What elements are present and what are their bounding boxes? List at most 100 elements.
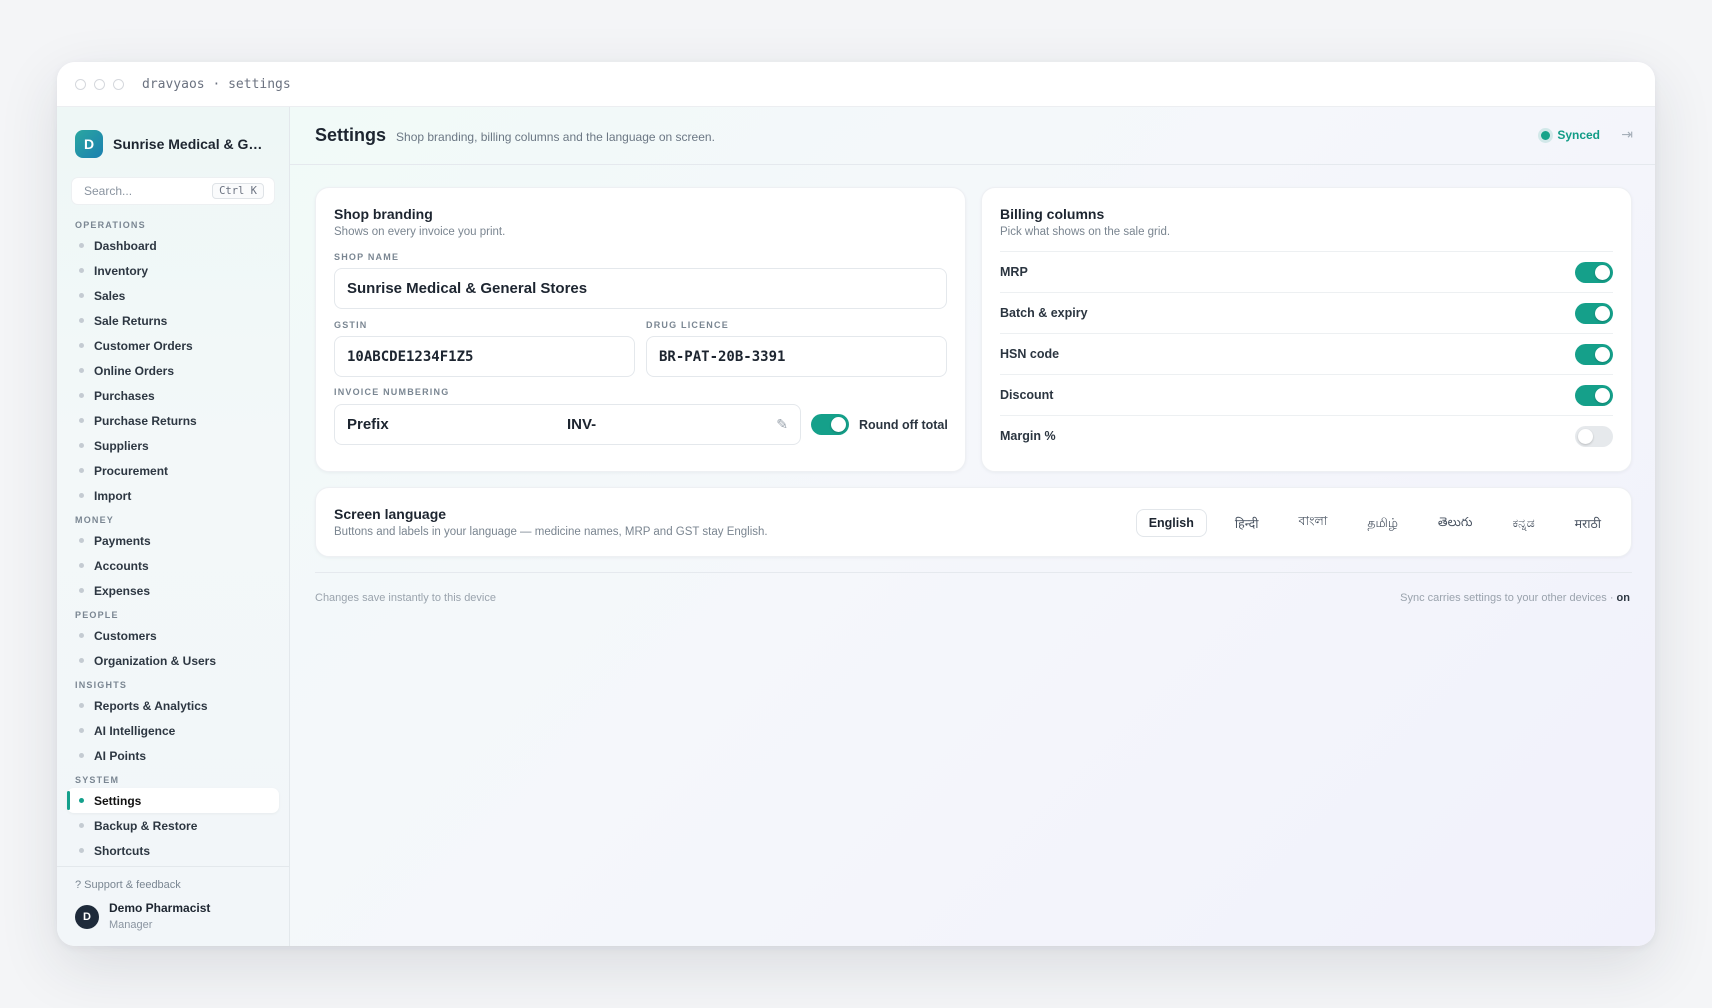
- avatar: D: [75, 905, 99, 929]
- sidebar-item-label: Shortcuts: [94, 843, 151, 858]
- bullet-icon: [79, 588, 84, 593]
- billing-column-label: MRP: [1000, 265, 1028, 279]
- billing-column-label: Discount: [1000, 388, 1054, 402]
- sidebar-item-shortcuts[interactable]: Shortcuts: [57, 838, 289, 863]
- support-feedback-link[interactable]: ? Support & feedback: [75, 879, 271, 891]
- billing-column-row[interactable]: Batch & expiry: [1000, 292, 1613, 333]
- sidebar-item-label: Sale Returns: [94, 313, 168, 328]
- sidebar-item-sales[interactable]: Sales: [57, 283, 289, 308]
- sidebar-item-expenses[interactable]: Expenses: [57, 578, 289, 603]
- sidebar-item-suppliers[interactable]: Suppliers: [57, 433, 289, 458]
- billing-columns-title: Billing columns: [1000, 206, 1105, 222]
- sync-status-label: Synced: [1557, 128, 1600, 142]
- user-profile[interactable]: D Demo Pharmacist Manager: [75, 901, 271, 931]
- language-option[interactable]: हिन्दी: [1223, 509, 1271, 538]
- sidebar-item-settings[interactable]: Settings: [67, 788, 279, 813]
- edit-pencil-icon[interactable]: ✎: [776, 416, 788, 433]
- sidebar-item-customer-orders[interactable]: Customer Orders: [57, 333, 289, 358]
- billing-column-label: Margin %: [1000, 429, 1056, 443]
- sidebar-item-customers[interactable]: Customers: [57, 623, 289, 648]
- billing-column-label: HSN code: [1000, 347, 1060, 361]
- bullet-icon: [79, 493, 84, 498]
- billing-column-row[interactable]: Margin %: [1000, 415, 1613, 456]
- sidebar-item-label: Procurement: [94, 463, 169, 478]
- invoice-prefix-field[interactable]: Prefix INV- ✎: [334, 404, 801, 445]
- round-off-label: Round off total: [859, 417, 948, 432]
- sidebar-item-label: AI Points: [94, 748, 147, 763]
- drug-licence-field[interactable]: BR-PAT-20B-3391: [646, 336, 947, 377]
- language-option[interactable]: मराठी: [1563, 509, 1613, 538]
- sidebar: D Sunrise Medical & General Stores Searc…: [57, 107, 290, 946]
- close-window-button[interactable]: [75, 78, 86, 90]
- bullet-icon: [79, 823, 84, 828]
- billing-columns-subtitle: Pick what shows on the sale grid.: [1000, 226, 1171, 238]
- gstin-field[interactable]: 10ABCDE1234F1Z5: [334, 336, 635, 377]
- billing-column-row[interactable]: HSN code: [1000, 333, 1613, 374]
- sidebar-item-label: Accounts: [94, 558, 149, 573]
- sidebar-item-label: Sales: [94, 288, 126, 303]
- gstin-label: GSTIN: [334, 320, 368, 330]
- sidebar-item-label: Dashboard: [94, 238, 157, 253]
- sidebar-item-backup-restore[interactable]: Backup & Restore: [57, 813, 289, 838]
- sidebar-item-purchase-returns[interactable]: Purchase Returns: [57, 408, 289, 433]
- bullet-icon: [79, 563, 84, 568]
- minimize-window-button[interactable]: [94, 78, 105, 90]
- billing-column-toggle[interactable]: [1575, 302, 1613, 324]
- language-option[interactable]: తెలుగు: [1426, 508, 1485, 539]
- sidebar-item-ai-intelligence[interactable]: AI Intelligence: [57, 718, 289, 743]
- billing-column-row[interactable]: MRP: [1000, 251, 1613, 292]
- drug-licence-label: DRUG LICENCE: [646, 320, 729, 330]
- sync-dot-icon: [1541, 130, 1551, 140]
- screen-language-title: Screen language: [334, 506, 447, 522]
- sidebar-item-label: Settings: [94, 793, 142, 808]
- shop-name-field[interactable]: Sunrise Medical & General Stores: [334, 268, 947, 309]
- sidebar-item-label: Customers: [94, 628, 157, 643]
- billing-column-toggle[interactable]: [1575, 343, 1613, 365]
- main-content: Settings Shop branding, billing columns …: [290, 107, 1655, 946]
- sidebar-item-dashboard[interactable]: Dashboard: [57, 233, 289, 258]
- brand[interactable]: D Sunrise Medical & General Stores: [57, 107, 289, 165]
- sidebar-item-inventory[interactable]: Inventory: [57, 258, 289, 283]
- sidebar-item-sale-returns[interactable]: Sale Returns: [57, 308, 289, 333]
- bullet-icon: [79, 658, 84, 663]
- sidebar-item-label: Import: [94, 488, 132, 503]
- sidebar-item-label: Purchase Returns: [94, 413, 197, 428]
- billing-column-toggle[interactable]: [1575, 261, 1613, 283]
- round-off-toggle-row[interactable]: Round off total: [811, 414, 948, 435]
- sidebar-item-procurement[interactable]: Procurement: [57, 458, 289, 483]
- nav-section-label: INSIGHTS: [75, 680, 128, 690]
- page-subtitle: Shop branding, billing columns and the l…: [396, 130, 715, 144]
- sidebar-item-organization-users[interactable]: Organization & Users: [57, 648, 289, 673]
- billing-column-row[interactable]: Discount: [1000, 374, 1613, 415]
- shop-branding-subtitle: Shows on every invoice you print.: [334, 226, 506, 238]
- sidebar-item-online-orders[interactable]: Online Orders: [57, 358, 289, 383]
- bullet-icon: [79, 368, 84, 373]
- language-option[interactable]: ಕನ್ನಡ: [1500, 509, 1546, 537]
- billing-column-toggle[interactable]: [1575, 384, 1613, 406]
- language-option[interactable]: English: [1135, 509, 1207, 537]
- logout-icon[interactable]: ⇥: [1621, 126, 1633, 143]
- search-input[interactable]: Search... Ctrl K: [71, 177, 275, 205]
- language-option[interactable]: বাংলা: [1286, 507, 1339, 539]
- maximize-window-button[interactable]: [113, 78, 124, 90]
- sidebar-item-accounts[interactable]: Accounts: [57, 553, 289, 578]
- sidebar-item-reports-analytics[interactable]: Reports & Analytics: [57, 693, 289, 718]
- bullet-icon: [79, 848, 84, 853]
- bullet-icon: [79, 243, 84, 248]
- billing-column-toggle[interactable]: [1575, 425, 1613, 447]
- sidebar-item-payments[interactable]: Payments: [57, 528, 289, 553]
- language-option[interactable]: தமிழ்: [1355, 509, 1410, 538]
- sidebar-item-label: Purchases: [94, 388, 155, 403]
- app-window: dravyaos · settings D Sunrise Medical & …: [57, 62, 1655, 946]
- sidebar-item-import[interactable]: Import: [57, 483, 289, 508]
- bullet-icon: [79, 753, 84, 758]
- nav-section-label: OPERATIONS: [75, 220, 146, 230]
- sidebar-item-purchases[interactable]: Purchases: [57, 383, 289, 408]
- user-role: Manager: [109, 919, 153, 931]
- footer-left-note: Changes save instantly to this device: [315, 592, 496, 604]
- shop-branding-title: Shop branding: [334, 206, 433, 222]
- language-selector: English हिन्दी বাংলা தமிழ் తెలుగు ಕನ್ನಡ मराठी: [1120, 507, 1613, 539]
- round-off-toggle[interactable]: [811, 414, 849, 435]
- sidebar-item-ai-points[interactable]: AI Points: [57, 743, 289, 768]
- bullet-icon: [79, 393, 84, 398]
